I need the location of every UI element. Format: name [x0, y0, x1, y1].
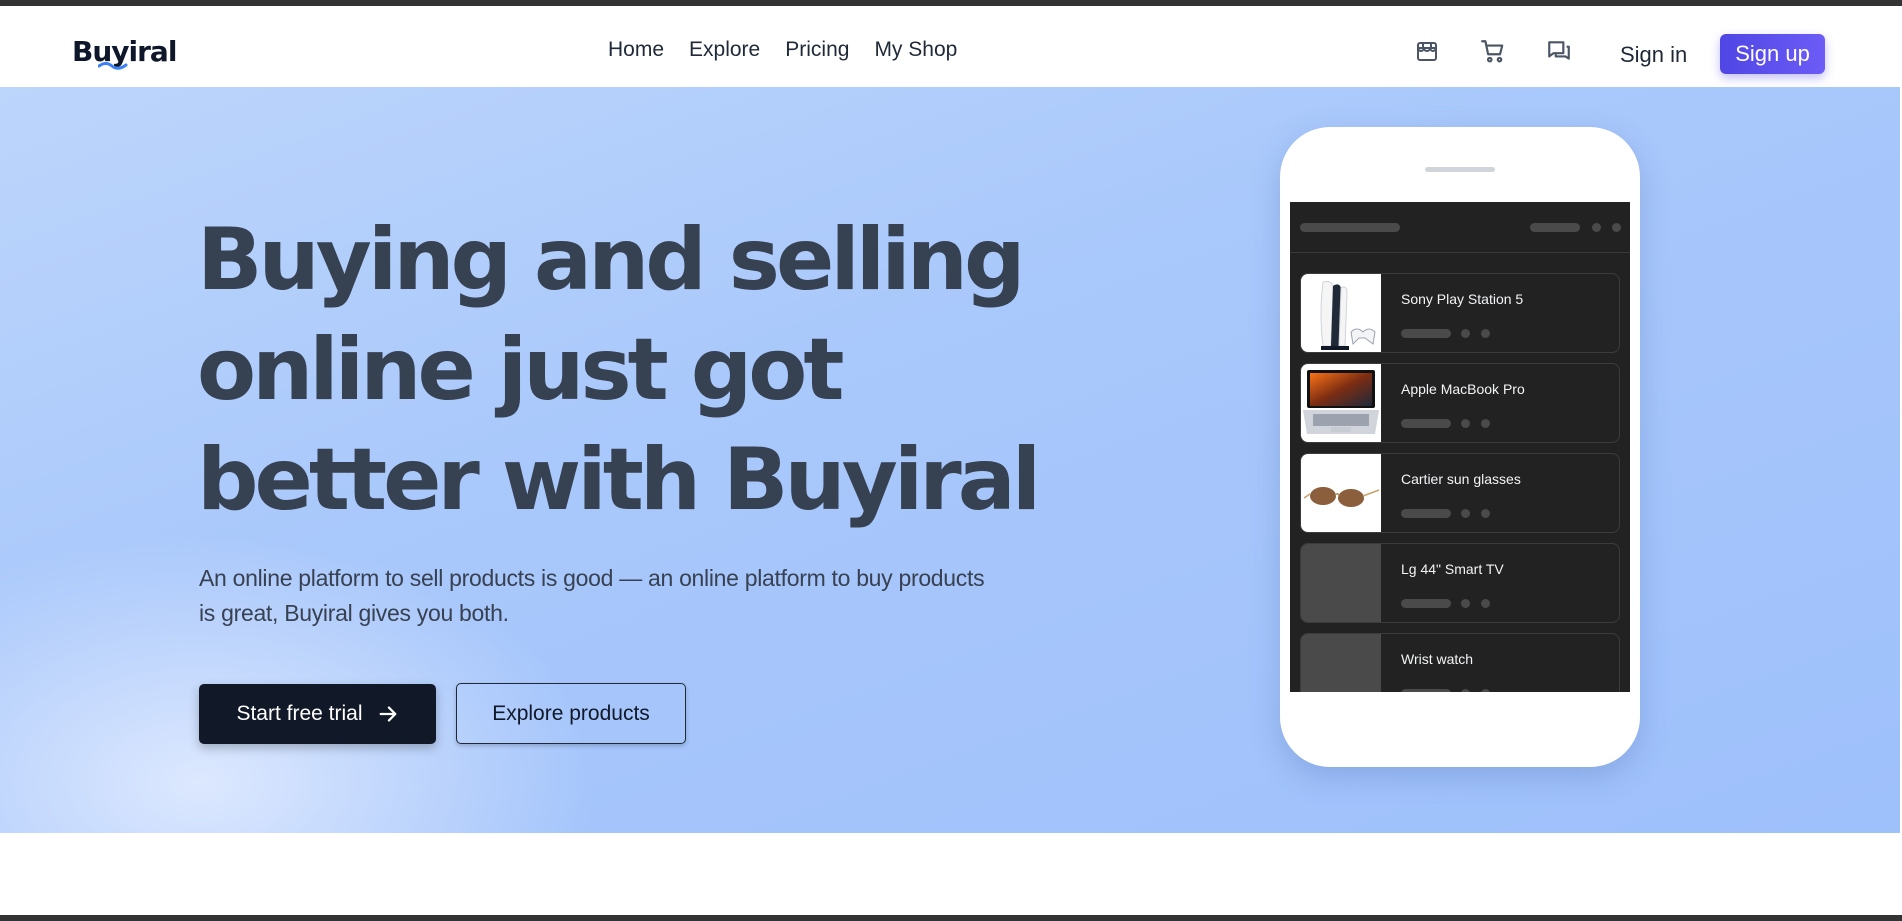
product-name: Lg 44" Smart TV	[1401, 561, 1504, 577]
product-card[interactable]: Wrist watch	[1300, 633, 1620, 692]
phone-mockup: Sony Play Station 5 Apple MacBook Pro Ca…	[1280, 127, 1640, 767]
hero-title-line-1: Buying and selling	[197, 210, 1026, 310]
nav-link-home[interactable]: Home	[608, 38, 664, 62]
sunglasses-image	[1301, 454, 1381, 532]
browser-frame: Buyiral Home Explore Pricing My Shop Sig…	[0, 0, 1902, 921]
product-card[interactable]: Lg 44" Smart TV	[1300, 543, 1620, 623]
placeholder-dot	[1461, 509, 1470, 518]
cart-icon[interactable]	[1478, 36, 1508, 66]
placeholder-dot	[1481, 599, 1490, 608]
nav-link-explore[interactable]: Explore	[689, 38, 760, 62]
phone-speaker	[1425, 167, 1495, 172]
hero-subtitle-line-2: is great, Buyiral gives you both.	[199, 600, 509, 626]
hero-subtitle: An online platform to sell products is g…	[199, 561, 1029, 631]
hero-subtitle-line-1: An online platform to sell products is g…	[199, 565, 985, 591]
header-placeholder-dot	[1592, 223, 1601, 232]
placeholder-dot	[1481, 509, 1490, 518]
hero-section: Buying and selling online just got bette…	[0, 87, 1900, 833]
header-placeholder-dot	[1612, 223, 1621, 232]
placeholder-dot	[1461, 329, 1470, 338]
placeholder-dot	[1481, 329, 1490, 338]
hero-title-line-2: online just got	[197, 320, 844, 420]
navbar: Buyiral Home Explore Pricing My Shop Sig…	[0, 12, 1902, 87]
start-free-trial-label: Start free trial	[236, 702, 363, 725]
logo-wave-icon	[98, 62, 128, 70]
chat-icon[interactable]	[1544, 36, 1574, 66]
placeholder-dot	[1481, 689, 1490, 692]
nav-link-my-shop[interactable]: My Shop	[874, 38, 957, 62]
product-name: Cartier sun glasses	[1401, 471, 1521, 487]
product-name: Apple MacBook Pro	[1401, 381, 1525, 397]
placeholder-bar	[1401, 509, 1451, 518]
product-name: Wrist watch	[1401, 651, 1474, 667]
phone-app-header	[1290, 202, 1630, 253]
placeholder-bar	[1401, 689, 1451, 692]
ps5-image	[1301, 274, 1381, 352]
placeholder-dot	[1461, 689, 1470, 692]
placeholder-bar	[1401, 599, 1451, 608]
placeholder-dot	[1461, 599, 1470, 608]
sign-up-button[interactable]: Sign up	[1720, 34, 1825, 74]
explore-products-button[interactable]: Explore products	[456, 683, 686, 744]
phone-screen: Sony Play Station 5 Apple MacBook Pro Ca…	[1290, 202, 1630, 692]
placeholder-dot	[1461, 419, 1470, 428]
product-name: Sony Play Station 5	[1401, 291, 1524, 307]
image-placeholder	[1301, 544, 1381, 622]
arrow-right-icon	[379, 706, 396, 722]
header-placeholder-bar	[1300, 223, 1400, 232]
logo[interactable]: Buyiral	[72, 34, 177, 70]
nav-links: Home Explore Pricing My Shop	[608, 38, 957, 62]
product-card[interactable]: Sony Play Station 5	[1300, 273, 1620, 353]
start-free-trial-button[interactable]: Start free trial	[199, 684, 436, 744]
product-card[interactable]: Cartier sun glasses	[1300, 453, 1620, 533]
nav-link-pricing[interactable]: Pricing	[785, 38, 849, 62]
header-placeholder-bar	[1530, 223, 1580, 232]
sign-in-link[interactable]: Sign in	[1616, 36, 1691, 74]
product-card[interactable]: Apple MacBook Pro	[1300, 363, 1620, 443]
hero-title-line-3: better with Buyiral	[197, 430, 1041, 530]
store-icon[interactable]	[1412, 36, 1442, 66]
placeholder-bar	[1401, 419, 1451, 428]
placeholder-bar	[1401, 329, 1451, 338]
hero-title: Buying and selling online just got bette…	[197, 205, 1097, 535]
nav-icon-group	[1412, 36, 1574, 66]
macbook-image	[1301, 364, 1381, 442]
image-placeholder	[1301, 634, 1381, 692]
placeholder-dot	[1481, 419, 1490, 428]
